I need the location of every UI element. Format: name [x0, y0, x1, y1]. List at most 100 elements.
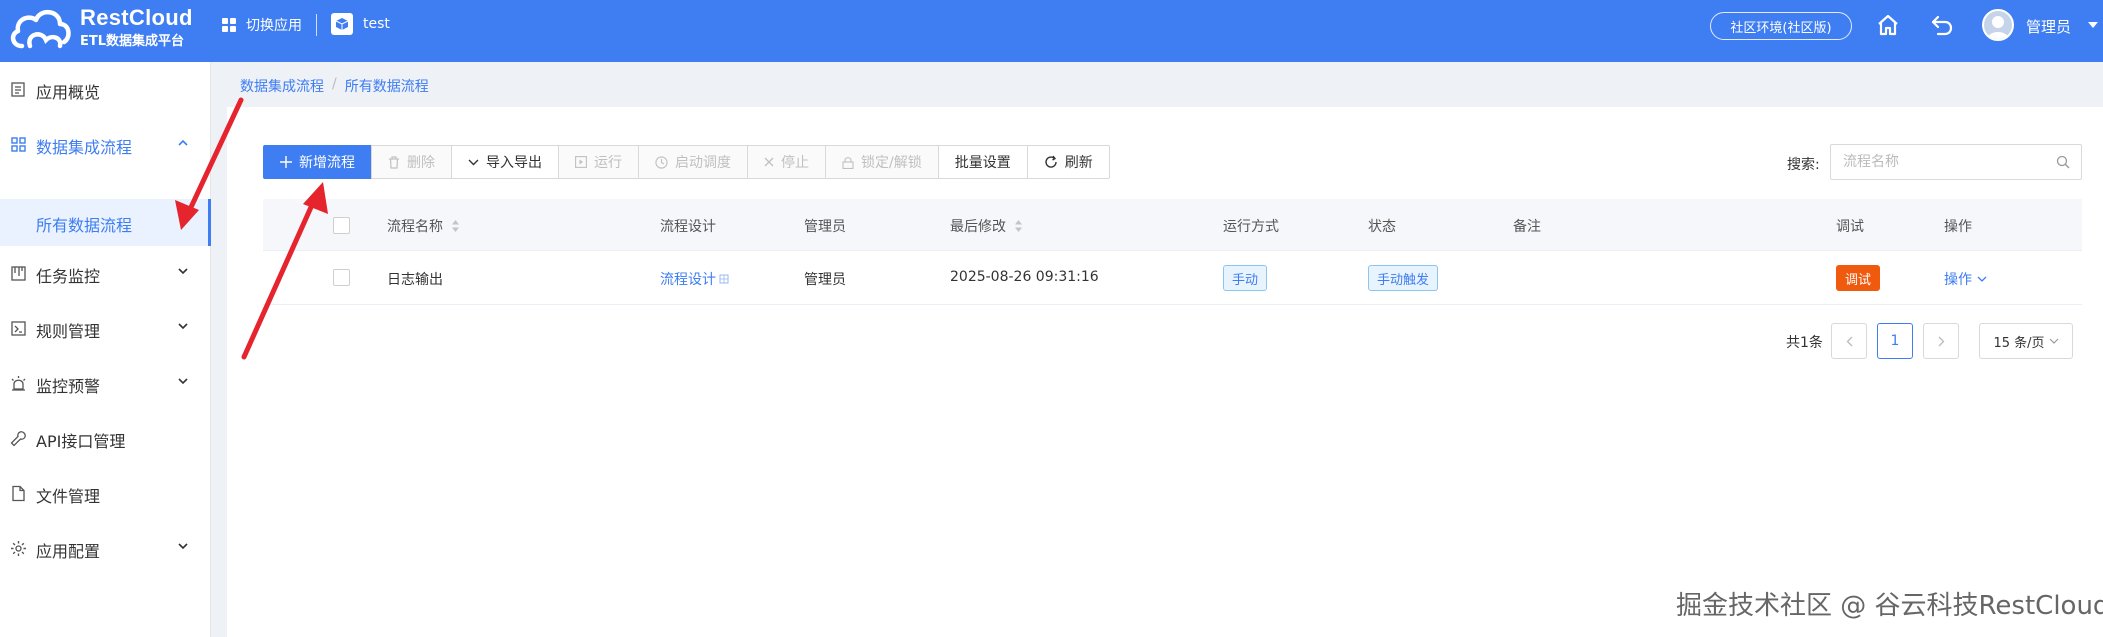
batch-settings-label: 批量设置: [954, 155, 1011, 171]
debug-button[interactable]: 调试: [1836, 265, 1881, 291]
row-checkbox[interactable]: [333, 269, 350, 286]
undo-icon[interactable]: [1930, 13, 1954, 37]
breadcrumb-root[interactable]: 数据集成流程: [240, 76, 324, 96]
sidebar-item-rules[interactable]: 规则管理: [0, 301, 211, 356]
column-header-name[interactable]: 流程名称: [387, 216, 460, 236]
grid-icon: [11, 137, 26, 152]
stop-button[interactable]: 停止: [747, 145, 826, 179]
cube-icon: [331, 13, 353, 35]
import-export-button[interactable]: 导入导出: [451, 145, 559, 179]
current-app-name: test: [363, 16, 390, 32]
column-header-label: 最后修改: [950, 219, 1006, 235]
lock-icon: [842, 156, 854, 169]
sidebar-item-alerts[interactable]: 监控预警: [0, 356, 211, 411]
column-header-label: 流程名称: [387, 219, 443, 235]
search-icon[interactable]: [2056, 155, 2070, 169]
flow-modified: 2025-08-26 09:31:16: [950, 269, 1099, 285]
column-header-debug: 调试: [1836, 219, 1864, 235]
user-name[interactable]: 管理员: [2026, 16, 2071, 37]
close-icon: [764, 157, 774, 167]
env-badge[interactable]: 社区环境(社区版): [1710, 12, 1852, 40]
sort-icon[interactable]: [451, 219, 460, 233]
file-icon: [12, 485, 25, 502]
refresh-button[interactable]: 刷新: [1026, 145, 1110, 179]
sidebar-item-label: 文件管理: [36, 487, 101, 506]
alarm-icon: [11, 376, 26, 391]
breadcrumb-current: 所有数据流程: [344, 79, 429, 95]
current-app[interactable]: test: [331, 13, 390, 35]
table-header: 流程名称 流程设计 管理员 最后修改 运行方式 状态 备注 调试 操作: [263, 199, 2082, 251]
stop-label: 停止: [781, 155, 809, 171]
clock-icon: [655, 155, 668, 169]
page-size-label: 15 条/页: [1993, 335, 2045, 351]
logo-subtitle: ETL数据集成平台: [80, 34, 185, 49]
sidebar-item-task-monitor[interactable]: 任务监控: [0, 246, 211, 301]
flow-name: 日志输出: [387, 272, 443, 288]
batch-settings-button[interactable]: 批量设置: [937, 145, 1028, 179]
switch-app-button[interactable]: 切换应用: [222, 14, 317, 36]
sidebar-item-label: 任务监控: [36, 267, 101, 286]
page-button-current[interactable]: 1: [1877, 323, 1913, 359]
plus-icon: [280, 156, 292, 168]
content-panel: [227, 107, 2103, 637]
sidebar-item-overview[interactable]: 应用概览: [0, 62, 211, 117]
chevron-down-icon: [178, 268, 188, 275]
new-flow-button[interactable]: 新增流程: [263, 145, 372, 179]
table-row: 日志输出 流程设计 管理员 2025-08-26 09:31:16 手动 手动触…: [263, 251, 2082, 305]
prev-page-button[interactable]: [1831, 323, 1867, 359]
run-button[interactable]: 运行: [558, 145, 639, 179]
flow-design-link[interactable]: 流程设计: [660, 269, 729, 289]
gear-icon: [11, 541, 26, 556]
avatar[interactable]: [1982, 9, 2014, 41]
operations-dropdown[interactable]: 操作: [1944, 269, 1987, 289]
overview-icon: [11, 82, 25, 97]
chevron-left-icon: [1846, 336, 1852, 346]
search-input[interactable]: [1831, 145, 2043, 179]
column-header-remark: 备注: [1513, 219, 1541, 235]
chevron-down-icon: [178, 378, 188, 385]
sidebar: 应用概览 数据集成流程 所有数据流程 任务监控 规则管理 监控预警 API接口管…: [0, 62, 211, 637]
chevron-down-icon: [178, 323, 188, 330]
column-header-modified[interactable]: 最后修改: [950, 216, 1023, 236]
sidebar-item-data-flows[interactable]: 数据集成流程: [0, 117, 211, 172]
apps-grid-icon: [222, 18, 236, 32]
chevron-right-icon: [1938, 336, 1944, 346]
watermark: 掘金技术社区 @ 谷云科技RestCloud: [1676, 591, 2103, 621]
sidebar-item-label: API接口管理: [36, 432, 126, 451]
delete-button[interactable]: 删除: [371, 145, 452, 179]
pagination-total: 共1条: [1786, 335, 1823, 351]
breadcrumb-separator: /: [332, 76, 337, 92]
trash-icon: [389, 155, 399, 169]
start-schedule-button[interactable]: 启动调度: [638, 145, 748, 179]
wrench-icon: [10, 431, 26, 447]
search-box: [1830, 144, 2082, 180]
column-header-ops: 操作: [1944, 219, 1972, 235]
sidebar-item-label: 规则管理: [36, 322, 101, 341]
home-icon[interactable]: [1876, 13, 1900, 37]
next-page-button[interactable]: [1923, 323, 1959, 359]
sidebar-item-app-config[interactable]: 应用配置: [0, 521, 211, 576]
select-all-checkbox[interactable]: [333, 217, 350, 234]
cloud-logo-icon[interactable]: [8, 4, 72, 52]
sidebar-item-api[interactable]: API接口管理: [0, 411, 211, 466]
switch-app-label: 切换应用: [246, 18, 302, 34]
lock-unlock-label: 锁定/解锁: [861, 155, 922, 171]
search-label: 搜索:: [1787, 157, 1820, 173]
sidebar-subitem-label: 所有数据流程: [36, 216, 133, 235]
sidebar-subitem-all-flows[interactable]: 所有数据流程: [0, 199, 211, 246]
sidebar-item-label: 应用配置: [36, 542, 101, 561]
external-link-icon: [719, 274, 729, 284]
column-header-status: 状态: [1368, 219, 1396, 235]
sidebar-item-files[interactable]: 文件管理: [0, 466, 211, 521]
page-size-select[interactable]: 15 条/页: [1979, 323, 2073, 359]
operations-label: 操作: [1944, 272, 1972, 288]
chevron-down-icon: [178, 543, 188, 550]
chevron-up-icon: [178, 139, 188, 146]
column-header-run-mode: 运行方式: [1223, 219, 1279, 235]
lock-unlock-button[interactable]: 锁定/解锁: [825, 145, 939, 179]
caret-down-icon[interactable]: [2088, 22, 2098, 28]
refresh-label: 刷新: [1064, 155, 1093, 171]
flow-design-label: 流程设计: [660, 272, 716, 288]
sidebar-item-label: 应用概览: [36, 83, 101, 102]
sort-icon[interactable]: [1014, 219, 1023, 233]
